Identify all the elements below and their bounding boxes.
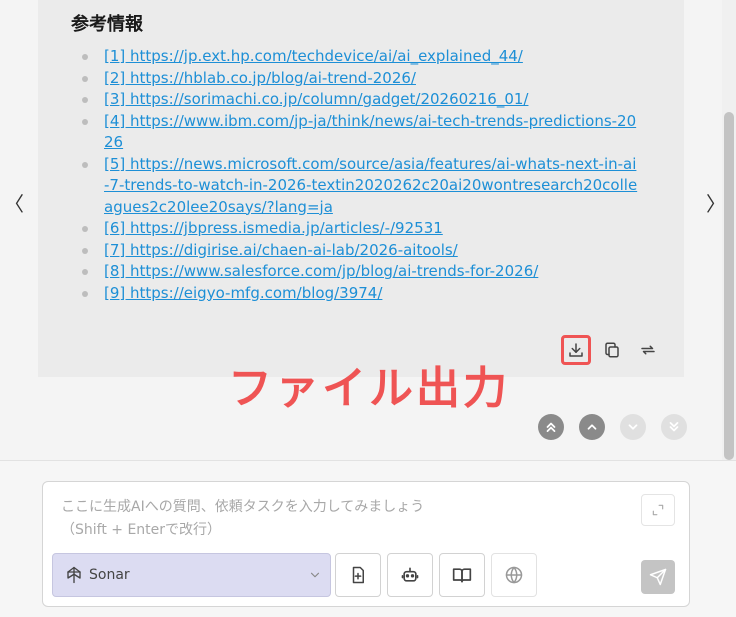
scroll-controls (538, 414, 702, 440)
prompt-placeholder-hint: （Shift + Enterで改行） (61, 522, 222, 538)
reference-item: [7] https://digirise.ai/chaen-ai-lab/202… (78, 240, 638, 262)
bullet-icon (82, 226, 88, 232)
book-icon (452, 568, 472, 583)
bullet-icon (82, 75, 88, 82)
send-icon (649, 568, 667, 586)
reference-link-6[interactable]: [6] https://jbpress.ismedia.jp/articles/… (104, 219, 443, 237)
scrollbar-thumb[interactable] (724, 112, 734, 460)
reference-link-1[interactable]: [1] https://jp.ext.hp.com/techdevice/ai/… (104, 47, 523, 65)
section-title: 参考情報 (71, 14, 143, 35)
bullet-icon (82, 161, 88, 168)
reference-item: [4] https://www.ibm.com/jp-ja/think/news… (78, 111, 638, 154)
reference-link-7[interactable]: [7] https://digirise.ai/chaen-ai-lab/202… (104, 241, 458, 259)
bullet-icon (82, 97, 88, 103)
file-plus-icon (352, 566, 364, 584)
previous-arrow-icon[interactable]: 〈 (4, 190, 24, 218)
double-chevron-up-icon (546, 422, 556, 432)
double-chevron-down-icon (669, 422, 679, 432)
copy-icon (605, 342, 619, 358)
reference-list: [1] https://jp.ext.hp.com/techdevice/ai/… (78, 46, 638, 304)
model-select[interactable]: Sonar (52, 553, 331, 597)
prompt-library-button[interactable] (439, 553, 485, 597)
bullet-icon (82, 247, 88, 254)
reference-item: [1] https://jp.ext.hp.com/techdevice/ai/… (78, 46, 638, 68)
bullet-icon (82, 118, 88, 125)
reference-item: [2] https://hblab.co.jp/blog/ai-trend-20… (78, 68, 638, 90)
file-output-annotation: ファイル出力 (228, 363, 510, 414)
bullet-icon (82, 290, 88, 297)
reference-item: [9] https://eigyo-mfg.com/blog/3974/ (78, 283, 638, 305)
reference-item: [8] https://www.salesforce.com/jp/blog/a… (78, 261, 638, 283)
agent-button[interactable] (387, 553, 433, 597)
download-icon (569, 343, 583, 357)
expand-button[interactable] (641, 494, 675, 526)
attach-file-button[interactable] (335, 553, 381, 597)
reference-item: [5] https://news.microsoft.com/source/as… (78, 154, 638, 219)
input-panel: ここに生成AIへの質問、依頼タスクを入力してみましょう （Shift + Ent… (0, 460, 736, 617)
reference-link-4[interactable]: [4] https://www.ibm.com/jp-ja/think/news… (104, 112, 636, 152)
bullet-icon (82, 54, 88, 60)
scroll-down-button[interactable] (620, 414, 646, 440)
expand-icon (652, 504, 664, 516)
chevron-down-icon (310, 572, 320, 578)
model-label: Sonar (89, 567, 130, 583)
assistant-message: 参考情報 [1] https://jp.ext.hp.com/techdevic… (38, 0, 684, 377)
scroll-bottom-button[interactable] (661, 414, 687, 440)
reference-link-9[interactable]: [9] https://eigyo-mfg.com/blog/3974/ (104, 284, 382, 302)
copy-button[interactable] (597, 335, 627, 365)
reference-link-2[interactable]: [2] https://hblab.co.jp/blog/ai-trend-20… (104, 69, 416, 87)
scroll-up-button[interactable] (579, 414, 605, 440)
chevron-up-icon (587, 424, 597, 430)
reference-link-8[interactable]: [8] https://www.salesforce.com/jp/blog/a… (104, 262, 538, 280)
regenerate-button[interactable] (633, 335, 663, 365)
reference-link-5[interactable]: [5] https://news.microsoft.com/source/as… (104, 155, 637, 216)
chat-area: 〈 参考情報 [1] https://jp.ext.hp.com/techdev… (0, 0, 736, 460)
globe-icon (505, 566, 523, 584)
scrollbar-track[interactable] (722, 0, 736, 460)
message-actions (561, 334, 669, 366)
web-search-button[interactable] (491, 553, 537, 597)
scroll-top-button[interactable] (538, 414, 564, 440)
robot-icon (401, 567, 419, 582)
perplexity-icon (67, 566, 81, 584)
bullet-icon (82, 269, 88, 275)
repeat-icon (641, 345, 655, 355)
reference-item: [6] https://jbpress.ismedia.jp/articles/… (78, 218, 638, 240)
prompt-placeholder: ここに生成AIへの質問、依頼タスクを入力してみましょう (61, 499, 425, 515)
download-button[interactable] (561, 335, 591, 365)
chevron-down-icon (628, 424, 638, 430)
reference-item: [3] https://sorimachi.co.jp/column/gadge… (78, 89, 638, 111)
prompt-input[interactable]: ここに生成AIへの質問、依頼タスクを入力してみましょう （Shift + Ent… (42, 481, 690, 607)
reference-link-3[interactable]: [3] https://sorimachi.co.jp/column/gadge… (104, 90, 528, 108)
send-button[interactable] (641, 560, 675, 594)
